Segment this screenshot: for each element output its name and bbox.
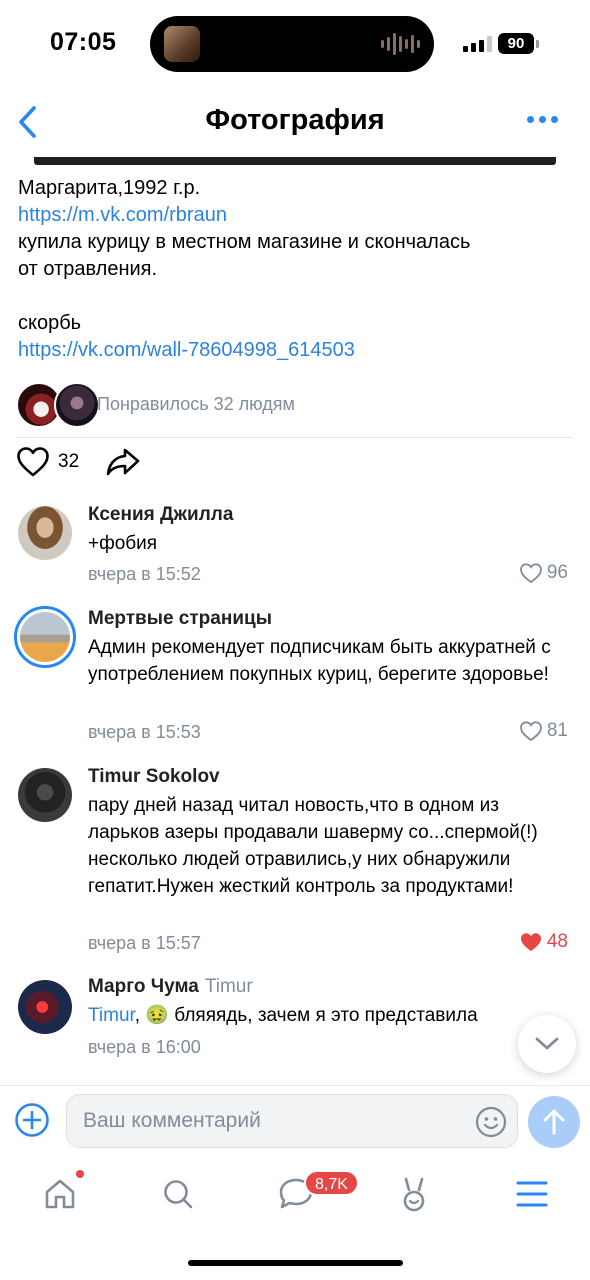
comment-author[interactable]: Мертвые страницы [88, 608, 272, 630]
avatar[interactable] [18, 768, 72, 822]
comment-text-body: , 🤢 бляяядь, зачем я это представила [134, 1005, 478, 1026]
divider [16, 437, 572, 438]
reply-to[interactable]: Timur [205, 976, 253, 997]
comment-date: вчера в 15:57 [88, 933, 201, 953]
send-button[interactable] [528, 1096, 580, 1148]
scroll-down-button[interactable] [518, 1015, 576, 1073]
comment-date: вчера в 16:00 [88, 1037, 201, 1057]
plus-icon[interactable] [14, 1102, 50, 1138]
post-link[interactable]: https://m.vk.com/rbraun [18, 202, 578, 229]
comment-like-button[interactable]: 96 [519, 562, 568, 584]
avatar[interactable] [14, 606, 76, 668]
now-playing-thumbnail [164, 26, 200, 62]
post-line: купила курицу в местном магазине и сконч… [18, 231, 471, 253]
home-indicator [188, 1260, 403, 1266]
comment-date: вчера в 15:52 [88, 564, 201, 584]
nav-header: Фотография [0, 90, 590, 156]
liked-by-text[interactable]: Понравилось 32 людям [97, 394, 295, 415]
share-icon[interactable] [105, 446, 141, 478]
comment-like-count: 48 [546, 931, 568, 952]
tab-clips[interactable] [392, 1172, 436, 1216]
comment-author-name[interactable]: Марго Чума [88, 976, 199, 997]
post-text: Маргарита,1992 г.р. https://m.vk.com/rbr… [18, 175, 578, 364]
comment-input-box[interactable] [66, 1094, 518, 1148]
emoji-icon[interactable] [475, 1106, 507, 1138]
mention-link[interactable]: Timur [88, 1005, 135, 1026]
comment-text: Timur, 🤢 бляяядь, зачем я это представил… [88, 1002, 548, 1029]
comment-author: Марго Чума Timur [88, 976, 253, 998]
tab-bar: 8,7K [0, 1160, 590, 1240]
like-count: 32 [58, 451, 80, 472]
comment-date: вчера в 15:53 [88, 722, 201, 742]
heart-icon [519, 563, 542, 584]
avatar[interactable] [18, 506, 72, 560]
post-line: Маргарита,1992 г.р. [18, 177, 201, 199]
battery-level: 90 [498, 33, 534, 54]
clips-icon [403, 1177, 425, 1212]
tab-menu[interactable] [510, 1172, 554, 1216]
comment-input[interactable] [83, 1095, 463, 1147]
photo-bottom-edge[interactable] [34, 157, 556, 165]
status-time: 07:05 [50, 28, 117, 56]
comment-text: пару дней назад читал новость,что в одно… [88, 795, 538, 897]
post-line: от отравления. [18, 258, 158, 280]
audio-wave-icon [381, 32, 420, 56]
heart-icon[interactable] [16, 446, 50, 478]
dynamic-island[interactable] [150, 16, 434, 72]
send-arrow-icon [543, 1109, 565, 1135]
messages-badge: 8,7K [304, 1170, 359, 1196]
avatar[interactable] [18, 980, 72, 1034]
comment-like-count: 81 [546, 720, 568, 741]
tab-search[interactable] [156, 1172, 200, 1216]
comment-author[interactable]: Timur Sokolov [88, 766, 220, 788]
chevron-down-icon [535, 1037, 559, 1050]
status-bar: 07:05 90 [0, 0, 590, 90]
comment-like-count: 96 [546, 562, 568, 583]
comment-text: +фобия [88, 533, 158, 554]
home-icon [45, 1179, 75, 1209]
menu-icon [516, 1181, 548, 1207]
page-title: Фотография [205, 104, 385, 136]
comment-like-button[interactable]: 48 [519, 931, 568, 953]
heart-icon [519, 721, 542, 742]
signal-icon [463, 36, 492, 52]
comment-author[interactable]: Ксения Джилла [88, 504, 233, 526]
more-icon[interactable] [527, 116, 558, 123]
likers-avatars[interactable] [16, 382, 100, 428]
comment-text: Админ рекомендует подписчикам быть аккур… [88, 637, 551, 685]
post-link[interactable]: https://vk.com/wall-78604998_614503 [18, 337, 578, 364]
battery-tip [536, 40, 539, 48]
comment-like-button[interactable]: 81 [519, 720, 568, 742]
post-line: скорбь [18, 312, 82, 334]
notification-dot [76, 1170, 84, 1178]
heart-icon [520, 933, 541, 951]
comment-composer [0, 1085, 590, 1155]
tab-home[interactable] [38, 1170, 84, 1216]
search-icon [164, 1180, 193, 1209]
avatar [54, 382, 100, 428]
